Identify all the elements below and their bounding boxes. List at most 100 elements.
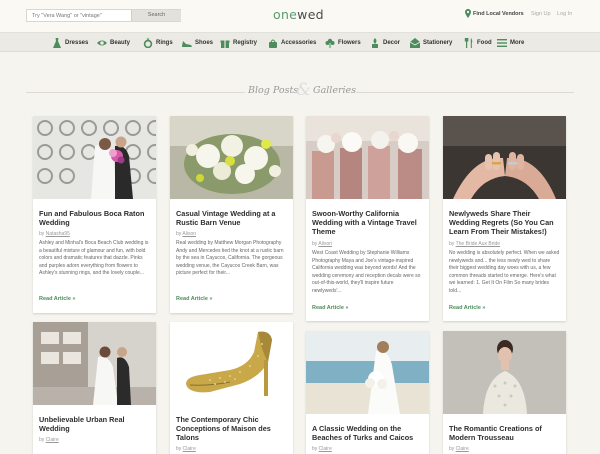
nav-label: Dresses: [65, 40, 89, 46]
blog-card[interactable]: A Classic Wedding on the Beaches of Turk…: [306, 331, 429, 454]
nav-label: Accessories: [281, 40, 317, 46]
blog-card[interactable]: Casual Vintage Wedding at a Rustic Barn …: [170, 116, 293, 313]
nav-label: Decor: [383, 40, 401, 46]
search-button[interactable]: Search: [131, 10, 181, 21]
card-excerpt: No wedding is absolutely perfect. When w…: [449, 250, 560, 294]
nav-label: Registry: [233, 40, 258, 46]
dress-icon: [53, 38, 61, 48]
nav-item-beauty[interactable]: Beauty: [97, 37, 130, 49]
nav-item-shoes[interactable]: Shoes: [182, 37, 213, 49]
nav-item-accessories[interactable]: Accessories: [268, 37, 316, 49]
card-byline: by Claire: [449, 446, 469, 452]
byline-prefix: by: [449, 446, 455, 452]
card-image-bridal-portrait[interactable]: [443, 331, 566, 414]
nav-item-registry[interactable]: Registry: [220, 37, 257, 49]
nav-item-decor[interactable]: Decor: [370, 37, 400, 49]
logo-prefix: one: [273, 7, 298, 22]
read-article-link[interactable]: Read Article »: [176, 296, 212, 302]
author-link[interactable]: Natasha95: [46, 231, 70, 237]
nav-item-flowers[interactable]: Flowers: [325, 37, 361, 49]
blog-card[interactable]: The Contemporary Chic Conceptions of Mai…: [170, 322, 293, 454]
byline-prefix: by: [39, 231, 45, 237]
list-icon: [497, 39, 507, 47]
card-image-gold-shoe[interactable]: [170, 322, 293, 405]
author-link[interactable]: Claire: [46, 437, 59, 443]
author-link[interactable]: The Bride Aux Bride: [456, 241, 500, 247]
section-heading: Blog Posts & Galleries: [0, 80, 600, 100]
card-byline: by Claire: [39, 437, 59, 443]
section-title-blog-posts: Blog Posts: [248, 85, 299, 96]
author-link[interactable]: Claire: [183, 446, 196, 452]
card-image-flowers[interactable]: [170, 116, 293, 199]
card-title[interactable]: Newlyweds Share Their Wedding Regrets (S…: [449, 209, 561, 236]
blog-card[interactable]: The Romantic Creations of Modern Trousse…: [443, 331, 566, 454]
log-in-link[interactable]: Log In: [557, 11, 572, 17]
envelope-icon: [410, 38, 420, 48]
divider: [26, 92, 245, 93]
nav-item-rings[interactable]: Rings: [143, 37, 173, 49]
card-title[interactable]: Casual Vintage Wedding at a Rustic Barn …: [176, 209, 288, 227]
sign-up-link[interactable]: Sign Up: [531, 11, 551, 17]
section-title-galleries: Galleries: [313, 85, 357, 96]
search-box: Search: [26, 9, 181, 22]
author-link[interactable]: Claire: [319, 446, 332, 452]
byline-prefix: by: [176, 446, 182, 452]
card-excerpt: West Coast Wedding by Stephanie Williams…: [312, 250, 421, 294]
blog-card[interactable]: Unbelievable Urban Real Wedding by Clair…: [33, 322, 156, 454]
nav-label: More: [510, 40, 525, 46]
card-image-wedding-couple[interactable]: [33, 116, 156, 199]
byline-prefix: by: [312, 241, 318, 247]
card-byline: by Alison: [176, 231, 196, 237]
byline-prefix: by: [39, 437, 45, 443]
card-byline: by Natasha95: [39, 231, 70, 237]
eye-icon: [97, 40, 107, 46]
nav-item-stationery[interactable]: Stationery: [410, 37, 452, 49]
divider: [356, 92, 574, 93]
card-title[interactable]: Swoon-Worthy California Wedding with a V…: [312, 209, 424, 236]
blog-card[interactable]: Newlyweds Share Their Wedding Regrets (S…: [443, 116, 566, 321]
author-link[interactable]: Alison: [182, 231, 196, 237]
byline-prefix: by: [176, 231, 182, 237]
card-title[interactable]: The Contemporary Chic Conceptions of Mai…: [176, 415, 288, 442]
nav-item-food[interactable]: Food: [464, 37, 492, 49]
search-input[interactable]: [27, 10, 131, 21]
card-excerpt: Ashley and Minhal's Boca Beach Club wedd…: [39, 240, 149, 276]
ring-icon: [143, 38, 153, 48]
author-link[interactable]: Alison: [318, 241, 332, 247]
card-title[interactable]: The Romantic Creations of Modern Trousse…: [449, 424, 561, 442]
read-article-link[interactable]: Read Article »: [449, 305, 485, 311]
card-title[interactable]: Fun and Fabulous Boca Raton Wedding: [39, 209, 151, 227]
card-image-urban-wedding[interactable]: [33, 322, 156, 405]
nav-label: Beauty: [110, 40, 131, 46]
card-title[interactable]: A Classic Wedding on the Beaches of Turk…: [312, 424, 424, 442]
bag-icon: [269, 39, 277, 48]
read-article-link[interactable]: Read Article »: [39, 296, 75, 302]
category-nav: Dresses Beauty Rings Shoes Registry Acce…: [0, 32, 600, 52]
author-link[interactable]: Claire: [456, 446, 469, 452]
card-image-rings-hands[interactable]: [443, 116, 566, 199]
flower-icon: [325, 38, 335, 48]
read-article-link[interactable]: Read Article »: [312, 305, 348, 311]
card-title[interactable]: Unbelievable Urban Real Wedding: [39, 415, 151, 433]
find-local-vendors-link[interactable]: Find Local Vendors: [473, 11, 524, 17]
card-byline: by Alison: [312, 241, 332, 247]
nav-label: Stationery: [423, 40, 453, 46]
logo-suffix: wed: [297, 7, 324, 22]
nav-item-dresses[interactable]: Dresses: [52, 37, 88, 49]
card-image-bridesmaids[interactable]: [306, 116, 429, 199]
oneweb-logo[interactable]: onewed: [273, 7, 324, 22]
byline-prefix: by: [312, 446, 318, 452]
section-title-ampersand: &: [296, 80, 312, 100]
gift-icon: [220, 40, 230, 48]
decor-icon: [372, 38, 378, 48]
utensils-icon: [464, 38, 473, 48]
card-image-beach-bride[interactable]: [306, 331, 429, 414]
card-byline: by The Bride Aux Bride: [449, 241, 500, 247]
blog-card[interactable]: Fun and Fabulous Boca Raton Wedding by N…: [33, 116, 156, 313]
location-pin-icon: [465, 9, 471, 18]
nav-label: Flowers: [338, 40, 361, 46]
card-excerpt: Real wedding by Matthew Morgan Photograp…: [176, 240, 284, 276]
top-header: Search onewed Find Local Vendors Sign Up…: [0, 0, 600, 32]
nav-item-more[interactable]: More: [497, 37, 524, 49]
blog-card[interactable]: Swoon-Worthy California Wedding with a V…: [306, 116, 429, 321]
